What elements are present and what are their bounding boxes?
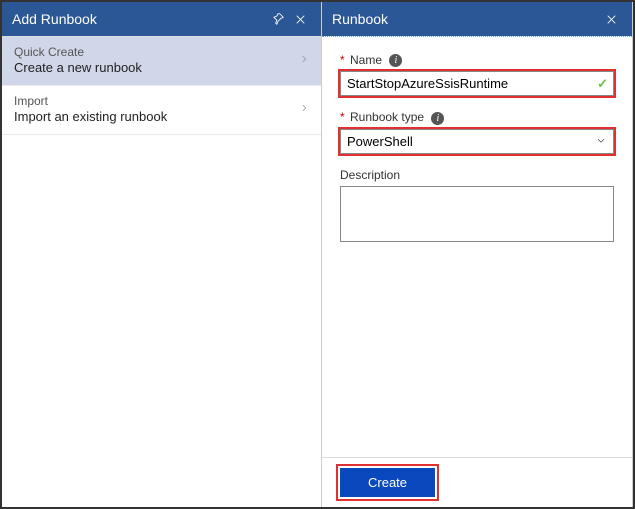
option-title: Quick Create [14,45,299,59]
pin-icon[interactable] [267,12,289,26]
required-asterisk: * [340,110,345,124]
description-textarea[interactable] [340,186,614,242]
form-footer: Create [322,457,632,507]
runbook-form: * Name i ✓ * Runbook type i PowerShel [322,36,632,457]
left-blade-header: Add Runbook [2,2,321,36]
chevron-right-icon [299,52,309,69]
option-title: Import [14,94,299,108]
left-blade-title: Add Runbook [12,11,267,27]
description-label: Description [340,168,614,182]
option-subtitle: Create a new runbook [14,60,299,75]
option-list: Quick Create Create a new runbook Import… [2,36,321,135]
type-label: * Runbook type i [340,110,614,124]
info-icon[interactable]: i [389,54,402,67]
right-blade-title: Runbook [332,11,600,27]
name-input[interactable] [340,71,614,96]
info-icon[interactable]: i [431,112,444,125]
checkmark-icon: ✓ [597,76,608,92]
right-blade-header: Runbook [322,2,632,36]
name-label: * Name i [340,53,614,67]
required-asterisk: * [340,53,345,67]
close-icon[interactable] [600,13,622,26]
close-icon[interactable] [289,13,311,26]
type-select[interactable]: PowerShell [340,129,614,154]
option-quick-create[interactable]: Quick Create Create a new runbook [2,37,321,86]
chevron-right-icon [299,101,309,118]
option-import[interactable]: Import Import an existing runbook [2,86,321,135]
create-button[interactable]: Create [340,468,435,497]
option-subtitle: Import an existing runbook [14,109,299,124]
